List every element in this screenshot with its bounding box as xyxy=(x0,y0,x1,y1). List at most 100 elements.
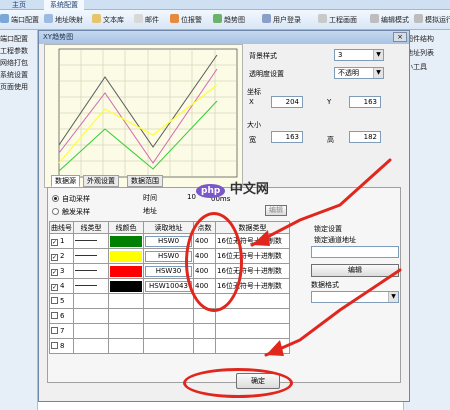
left-item-params[interactable]: 工程参数 xyxy=(0,46,38,56)
line-type-cell[interactable] xyxy=(73,248,109,264)
ok-highlight-ring xyxy=(183,368,293,398)
color-swatch xyxy=(110,280,142,292)
auto-sample-radio[interactable]: 自动采样 xyxy=(52,194,90,204)
mail-icon xyxy=(134,14,143,23)
read-address-cell[interactable]: HSW10043 xyxy=(143,278,194,294)
col-read-address: 读取地址 xyxy=(143,221,194,234)
port-config-button[interactable]: 端口配置 xyxy=(0,14,39,26)
address-input[interactable]: HSW10043 xyxy=(145,280,192,292)
line-type-cell[interactable] xyxy=(73,308,109,324)
checkbox[interactable]: ✓ xyxy=(51,283,58,291)
checkbox[interactable] xyxy=(51,342,58,349)
chart-preview xyxy=(44,44,243,188)
line-type-cell[interactable] xyxy=(73,233,109,249)
line-type-cell[interactable] xyxy=(73,293,109,309)
curve-no-cell[interactable]: 8 xyxy=(49,338,74,354)
line-sample xyxy=(75,270,97,271)
left-item-port[interactable]: 端口配置 xyxy=(0,34,38,44)
bg-style-select[interactable]: 3 ▼ xyxy=(334,49,384,61)
read-address-cell[interactable] xyxy=(143,338,194,354)
curve-no-cell[interactable]: ✓ 1 xyxy=(49,233,74,249)
read-address-cell[interactable] xyxy=(143,323,194,339)
curve-no-cell[interactable]: ✓ 4 xyxy=(49,278,74,294)
color-swatch xyxy=(110,265,142,277)
left-item-pack[interactable]: 网络打包 xyxy=(0,58,38,68)
x-label: X xyxy=(249,98,254,106)
user-login-button[interactable]: 用户登录 xyxy=(262,14,301,26)
height-input[interactable]: 182 xyxy=(349,131,381,143)
address-map-button[interactable]: 地址映射 xyxy=(44,14,83,26)
left-item-settings[interactable]: 系统设置 xyxy=(0,70,38,80)
text-library-button[interactable]: 文本库 xyxy=(92,14,124,26)
time-label: 时间 xyxy=(143,194,157,202)
checkbox[interactable] xyxy=(51,312,58,319)
line-sample xyxy=(75,285,97,286)
transparency-label: 透明度设置 xyxy=(249,70,284,78)
points-cell[interactable] xyxy=(193,323,216,339)
points-cell[interactable] xyxy=(193,338,216,354)
bit-alarm-button[interactable]: 位报警 xyxy=(170,14,202,26)
line-color-cell[interactable] xyxy=(108,248,144,264)
checkbox[interactable]: ✓ xyxy=(51,253,58,261)
ribbon-toolbar: 端口配置 地址映射 文本库 邮件 位报警 趋势图 用户登录 工程画面 编辑模式 … xyxy=(0,10,450,30)
transparency-select[interactable]: 不透明 ▼ xyxy=(334,67,384,79)
line-color-cell[interactable] xyxy=(108,323,144,339)
line-type-cell[interactable] xyxy=(73,263,109,279)
checkbox[interactable] xyxy=(51,297,58,304)
port-icon xyxy=(0,14,9,23)
tab-system-config[interactable]: 系统配置 xyxy=(44,0,84,10)
y-label: Y xyxy=(327,98,332,106)
line-color-cell[interactable] xyxy=(108,263,144,279)
curve-no-cell[interactable]: 5 xyxy=(49,293,74,309)
address-highlight-ring xyxy=(185,212,243,312)
line-color-cell[interactable] xyxy=(108,278,144,294)
dialog-title: XY趋势图 xyxy=(39,31,409,44)
line-type-cell[interactable] xyxy=(73,278,109,294)
tab-data-range[interactable]: 数据范围 xyxy=(127,175,163,187)
checkbox[interactable]: ✓ xyxy=(51,238,58,246)
color-swatch xyxy=(110,250,142,262)
line-color-cell[interactable] xyxy=(108,308,144,324)
time-input[interactable]: 10 xyxy=(187,193,196,201)
chart-preview-svg xyxy=(58,48,238,178)
bg-style-label: 背景样式 xyxy=(249,52,277,60)
line-color-cell[interactable] xyxy=(108,338,144,354)
curve-no-cell[interactable]: 7 xyxy=(49,323,74,339)
curve-no-cell[interactable]: 6 xyxy=(49,308,74,324)
checkbox[interactable]: ✓ xyxy=(51,268,58,276)
right-item-structure[interactable]: 图件结构 xyxy=(406,34,434,44)
curve-no-cell[interactable]: ✓ 2 xyxy=(49,248,74,264)
edit-mode-button[interactable]: 编辑模式 xyxy=(370,14,409,26)
map-icon xyxy=(44,14,53,23)
line-color-cell[interactable] xyxy=(108,233,144,249)
mail-button[interactable]: 邮件 xyxy=(134,14,159,26)
trigger-sample-radio[interactable]: 触发采样 xyxy=(52,207,90,217)
color-swatch xyxy=(110,235,142,247)
trend-chart-button[interactable]: 趋势图 xyxy=(213,14,245,26)
left-item-page-use[interactable]: 页面使用 xyxy=(0,82,38,92)
line-color-cell[interactable] xyxy=(108,293,144,309)
line-sample xyxy=(75,255,97,256)
ribbon-tab-bar: 主页 系统配置 xyxy=(0,0,450,10)
y-input[interactable]: 163 xyxy=(349,96,381,108)
address-input[interactable]: HSW0 xyxy=(145,235,192,247)
checkbox[interactable] xyxy=(51,327,58,334)
height-label: 高 xyxy=(327,136,334,144)
tab-home[interactable]: 主页 xyxy=(6,0,32,10)
col-line-type: 线类型 xyxy=(73,221,109,234)
alarm-icon xyxy=(170,14,179,23)
tab-appearance[interactable]: 外观设置 xyxy=(83,175,119,187)
width-input[interactable]: 163 xyxy=(271,131,303,143)
simulate-run-button[interactable]: 模拟运行 xyxy=(414,14,450,26)
user-icon xyxy=(262,14,271,23)
tab-data-source[interactable]: 数据源 xyxy=(51,175,80,187)
read-address-cell[interactable] xyxy=(143,308,194,324)
x-input[interactable]: 204 xyxy=(271,96,303,108)
project-screen-button[interactable]: 工程画面 xyxy=(318,14,357,26)
close-button[interactable]: × xyxy=(393,32,407,42)
line-type-cell[interactable] xyxy=(73,323,109,339)
curve-no-cell[interactable]: ✓ 3 xyxy=(49,263,74,279)
read-address-cell[interactable] xyxy=(143,293,194,309)
right-item-address-list[interactable]: 地址列表 xyxy=(406,48,434,58)
line-type-cell[interactable] xyxy=(73,338,109,354)
